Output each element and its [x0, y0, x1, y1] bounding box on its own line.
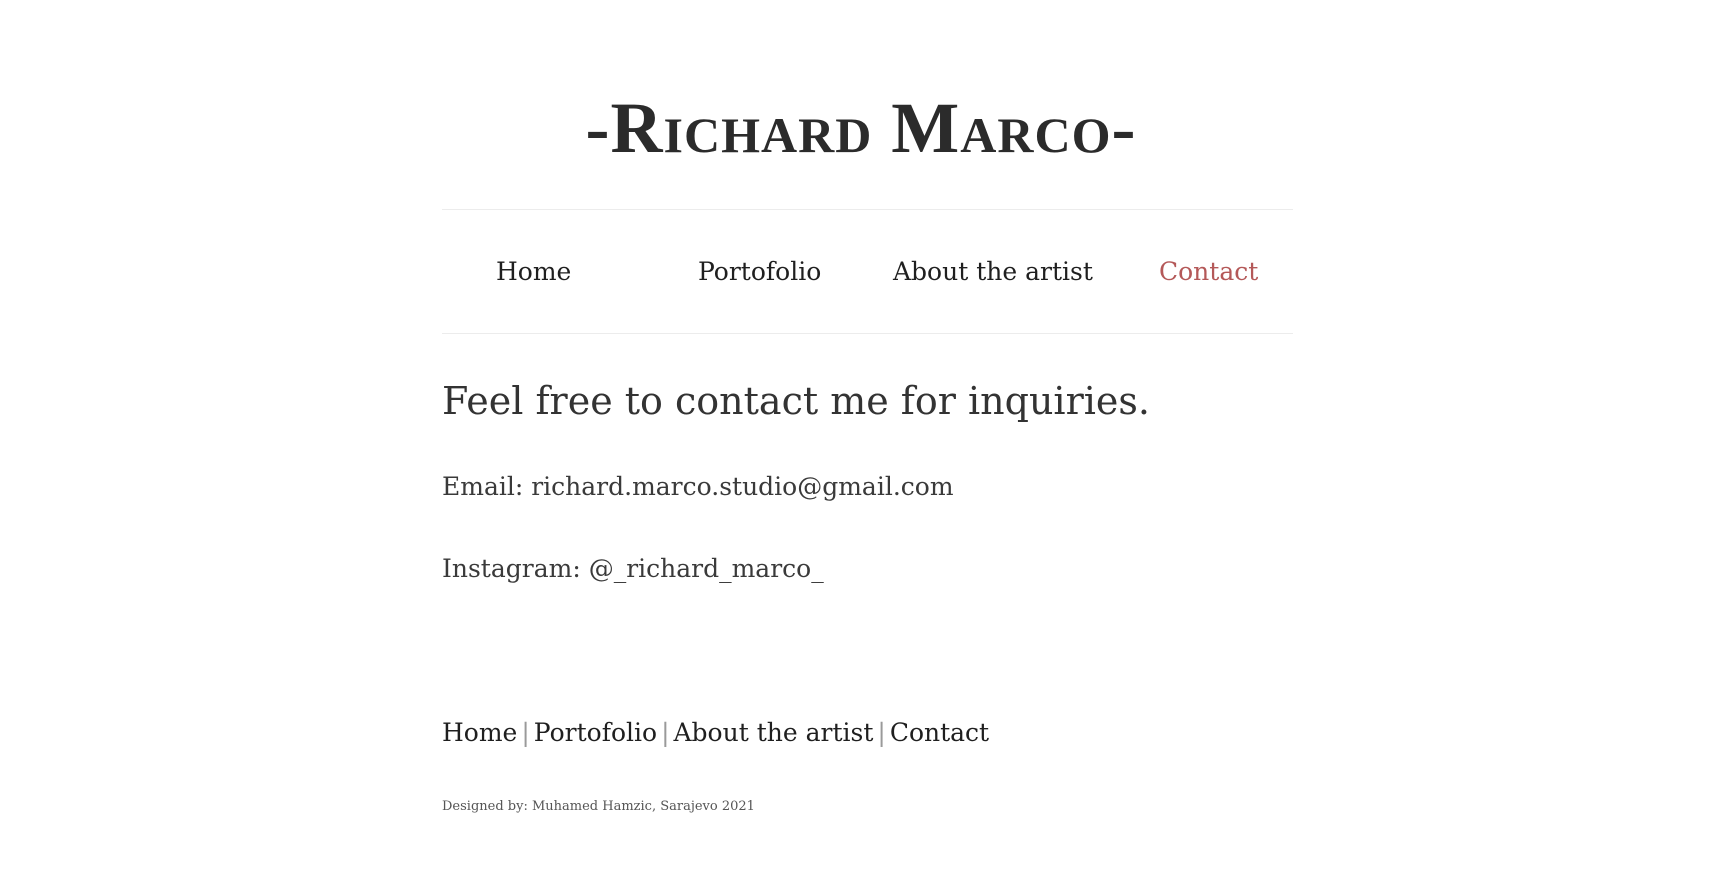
- nav-contact-link[interactable]: Contact: [1159, 252, 1258, 292]
- page-heading: Feel free to contact me for inquiries.: [442, 379, 1150, 423]
- site-title: -Richard Marco-: [585, 88, 1137, 168]
- footer-home-link[interactable]: Home: [442, 718, 517, 747]
- nav-about-link[interactable]: About the artist: [893, 252, 1093, 292]
- footer-nav: Home | Portofolio | About the artist | Contact: [442, 715, 989, 751]
- footer-separator: |: [521, 718, 530, 747]
- designer-credit: Designed by: Muhamed Hamzic, Sarajevo 20…: [442, 799, 755, 814]
- instagram-text: Instagram: @_richard_marco_: [442, 554, 824, 583]
- footer-about-link[interactable]: About the artist: [674, 718, 874, 747]
- nav-portfolio-link[interactable]: Portofolio: [698, 252, 821, 292]
- footer-portfolio-link[interactable]: Portofolio: [534, 718, 657, 747]
- footer-separator: |: [877, 718, 886, 747]
- nav-top-divider: [442, 209, 1293, 210]
- email-text: Email: richard.marco.studio@gmail.com: [442, 472, 954, 501]
- nav-home-link[interactable]: Home: [496, 252, 571, 292]
- footer-contact-link[interactable]: Contact: [890, 718, 989, 747]
- main-nav: Home Portofolio About the artist Contact: [442, 252, 1293, 292]
- footer-separator: |: [661, 718, 670, 747]
- nav-bottom-divider: [442, 333, 1293, 334]
